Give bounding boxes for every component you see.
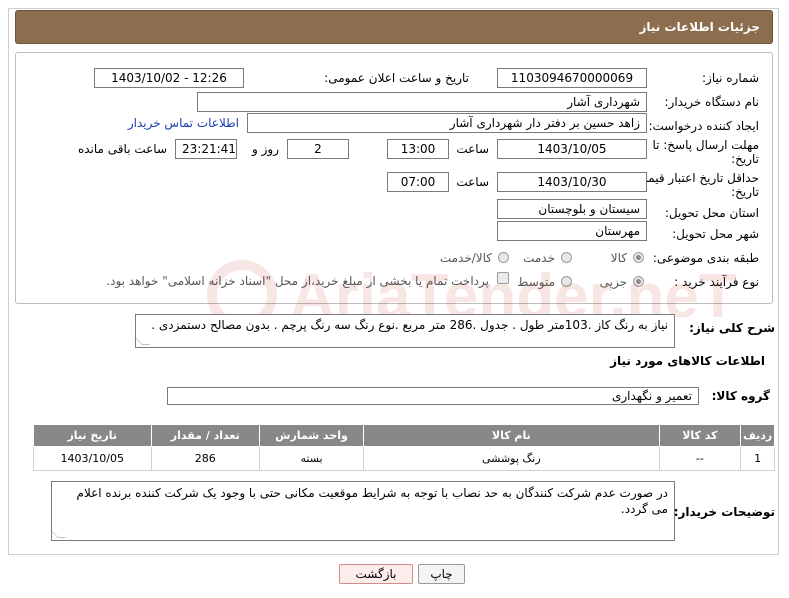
deadline-date-field[interactable]: 1403/10/05 xyxy=(497,139,647,159)
buyer-contact-link[interactable]: اطلاعات تماس خریدار xyxy=(128,116,239,130)
cell-row-number: 1 xyxy=(740,446,775,471)
col-header-item-name: نام کالا xyxy=(363,424,660,447)
category-label: طبقه بندی موضوعی: xyxy=(652,251,759,265)
resize-handle[interactable] xyxy=(134,337,150,345)
buyer-org-field[interactable]: شهرداری آشار xyxy=(197,92,647,112)
buyer-notes-field[interactable]: در صورت عدم شرکت کنندگان به حد نصاب با ت… xyxy=(50,481,675,541)
need-number-field[interactable]: 1103094670000069 xyxy=(497,68,647,88)
page-title: جزئیات اطلاعات نیاز xyxy=(639,20,760,34)
deadline-date-label: تاریخ: xyxy=(731,152,759,166)
resize-handle[interactable] xyxy=(50,530,66,538)
deadline-label: مهلت ارسال پاسخ: تا xyxy=(652,138,759,152)
validity-time-label: ساعت xyxy=(456,175,489,189)
back-button[interactable]: بازگشت xyxy=(339,564,413,584)
print-button[interactable]: چاپ xyxy=(418,564,465,584)
remaining-days-field[interactable]: 2 xyxy=(287,139,349,159)
category-option-goods-service: کالا/خدمت xyxy=(439,251,492,265)
cell-item-code: -- xyxy=(658,446,742,471)
col-header-item-code: کد کالا xyxy=(658,424,742,447)
province-field[interactable]: سیستان و بلوچستان xyxy=(497,199,647,219)
buyer-org-label: نام دستگاه خریدار: xyxy=(664,95,760,109)
description-label: شرح کلی نیاز: xyxy=(689,321,775,335)
goods-table-header: ردیف کد کالا نام کالا واحد شمارش تعداد /… xyxy=(33,424,775,447)
category-radio-goods-service[interactable] xyxy=(498,252,509,263)
treasury-payment-note: پرداخت تمام یا بخشی از مبلغ خرید،از محل … xyxy=(106,274,489,288)
province-label: استان محل تحویل: xyxy=(664,206,759,220)
goods-section-title: اطلاعات کالاهای مورد نیاز xyxy=(610,354,765,368)
col-header-quantity: تعداد / مقدار xyxy=(150,424,261,447)
deadline-time-field[interactable]: 13:00 xyxy=(387,139,449,159)
need-number-label: شماره نیاز: xyxy=(702,71,759,85)
col-header-need-date: تاریخ نیاز xyxy=(33,424,152,447)
col-header-row-number: ردیف xyxy=(740,424,775,447)
treasury-payment-checkbox[interactable] xyxy=(497,272,509,284)
city-label: شهر محل تحویل: xyxy=(672,227,759,241)
col-header-unit: واحد شمارش xyxy=(259,424,365,447)
buyer-notes-text: در صورت عدم شرکت کنندگان به حد نصاب با ت… xyxy=(76,486,668,516)
cell-quantity: 286 xyxy=(150,446,261,471)
cell-need-date: 1403/10/05 xyxy=(33,446,152,471)
category-option-goods: کالا xyxy=(610,251,627,265)
category-radio-service[interactable] xyxy=(561,252,572,263)
description-field[interactable]: نیاز به رنگ کاز .103متر طول . جدول .286 … xyxy=(134,314,675,348)
page-title-bar: جزئیات اطلاعات نیاز xyxy=(15,10,773,44)
goods-table: ردیف کد کالا نام کالا واحد شمارش تعداد /… xyxy=(33,424,775,471)
process-option-medium: متوسط xyxy=(517,275,555,289)
goods-group-label: گروه کالا: xyxy=(711,389,770,403)
remaining-label: ساعت باقی مانده xyxy=(77,142,167,156)
remaining-time-field[interactable]: 23:21:41 xyxy=(175,139,237,159)
category-option-service: خدمت xyxy=(523,251,555,265)
process-radio-medium[interactable] xyxy=(561,276,572,287)
need-details-form: شماره نیاز: 1103094670000069 تاریخ و ساع… xyxy=(15,52,773,304)
process-radio-minor[interactable] xyxy=(633,276,644,287)
cell-unit: بسته xyxy=(259,446,365,471)
validity-date-field[interactable]: 1403/10/30 xyxy=(497,172,647,192)
process-option-minor: جزیی xyxy=(599,275,627,289)
validity-time-field[interactable]: 07:00 xyxy=(387,172,449,192)
announce-datetime-field[interactable]: 1403/10/02 - 12:26 xyxy=(94,68,244,88)
requester-field[interactable]: زاهد حسین بر دفتر دار شهرداری آشار xyxy=(247,113,647,133)
announce-datetime-label: تاریخ و ساعت اعلان عمومی: xyxy=(324,71,469,85)
city-field[interactable]: مهرستان xyxy=(497,221,647,241)
buyer-notes-label: توضیحات خریدار: xyxy=(673,505,775,519)
days-label: روز و xyxy=(252,142,279,156)
deadline-time-label: ساعت xyxy=(456,142,489,156)
process-type-label: نوع فرآیند خرید : xyxy=(674,275,759,289)
goods-group-field[interactable]: تعمیر و نگهداری xyxy=(167,387,699,405)
validity-date-label: تاریخ: xyxy=(731,185,759,199)
table-row[interactable]: 1 -- رنگ پوششی بسته 286 1403/10/05 xyxy=(33,446,775,471)
cell-item-name: رنگ پوششی xyxy=(363,446,660,471)
requester-label: ایجاد کننده درخواست: xyxy=(648,119,759,133)
description-text: نیاز به رنگ کاز .103متر طول . جدول .286 … xyxy=(151,318,668,332)
category-radio-goods[interactable] xyxy=(633,252,644,263)
